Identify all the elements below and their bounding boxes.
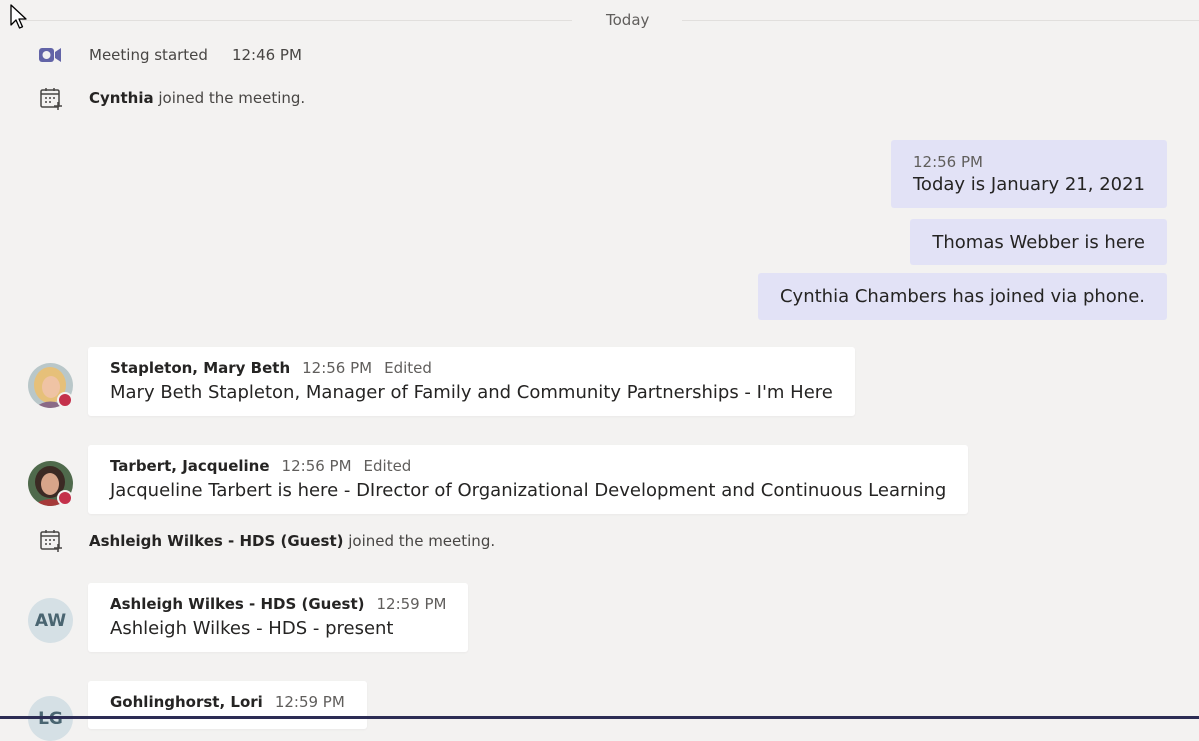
message-header: Ashleigh Wilkes - HDS (Guest) 12:59 PM [110, 595, 446, 613]
presence-busy-icon [57, 490, 73, 506]
my-message-bubble[interactable]: Cynthia Chambers has joined via phone. [757, 273, 1167, 320]
message-time: 12:59 PM [376, 595, 447, 613]
join-event: Ashleigh Wilkes - HDS (Guest) joined the… [89, 532, 495, 550]
my-message-text: Thomas Webber is here [932, 232, 1145, 253]
message-header: Stapleton, Mary Beth 12:56 PM Edited [110, 359, 833, 377]
message-header: Gohlinghorst, Lori 12:59 PM [110, 693, 345, 711]
my-message-bubble[interactable]: 12:56 PM Today is January 21, 2021 [891, 140, 1167, 208]
my-message-text: Today is January 21, 2021 [913, 174, 1145, 195]
message-header: Tarbert, Jacqueline 12:56 PM Edited [110, 457, 946, 475]
date-divider-line-right [682, 20, 1199, 21]
calendar-join-icon [40, 88, 62, 110]
meeting-started-time: 12:46 PM [231, 46, 302, 64]
join-event-name[interactable]: Ashleigh Wilkes - HDS (Guest) [89, 532, 344, 550]
join-event-text: joined the meeting. [343, 532, 496, 550]
join-event-text: joined the meeting. [153, 89, 306, 107]
message-text: Mary Beth Stapleton, Manager of Family a… [110, 382, 833, 403]
message-edited-label: Edited [363, 457, 412, 475]
join-event: Cynthia joined the meeting. [89, 89, 305, 107]
message-edited-label: Edited [384, 359, 432, 377]
date-divider-label: Today [606, 11, 650, 29]
message-time: 12:56 PM [302, 359, 373, 377]
my-message-time: 12:56 PM [913, 153, 983, 171]
message-author[interactable]: Tarbert, Jacqueline [110, 457, 270, 475]
presence-busy-icon [57, 392, 73, 408]
avatar[interactable]: AW [28, 598, 73, 643]
meeting-started-event: Meeting started 12:46 PM [89, 46, 302, 64]
message-card[interactable]: Gohlinghorst, Lori 12:59 PM [88, 681, 367, 729]
message-text: Jacqueline Tarbert is here - DIrector of… [110, 480, 947, 501]
message-card[interactable]: Stapleton, Mary Beth 12:56 PM Edited Mary … [88, 347, 855, 416]
message-time: 12:56 PM [281, 457, 352, 475]
message-author[interactable]: Stapleton, Mary Beth [110, 359, 290, 377]
message-time: 12:59 PM [274, 693, 345, 711]
my-message-bubble[interactable]: Thomas Webber is here [910, 219, 1167, 265]
message-author[interactable]: Ashleigh Wilkes - HDS (Guest) [110, 595, 365, 613]
message-card[interactable]: Ashleigh Wilkes - HDS (Guest) 12:59 PM As… [88, 583, 469, 652]
meeting-camera-icon [39, 48, 61, 62]
message-author[interactable]: Gohlinghorst, Lori [110, 693, 263, 711]
calendar-join-icon [40, 530, 62, 552]
my-message-text: Cynthia Chambers has joined via phone. [779, 286, 1145, 307]
cursor-arrow-icon [10, 4, 27, 29]
meeting-started-label: Meeting started [89, 46, 208, 64]
date-divider-line-left [22, 20, 572, 21]
message-text: Ashleigh Wilkes - HDS - present [110, 618, 394, 639]
message-card[interactable]: Tarbert, Jacqueline 12:56 PM Edited Jacque… [88, 445, 969, 514]
join-event-name[interactable]: Cynthia [89, 89, 154, 107]
